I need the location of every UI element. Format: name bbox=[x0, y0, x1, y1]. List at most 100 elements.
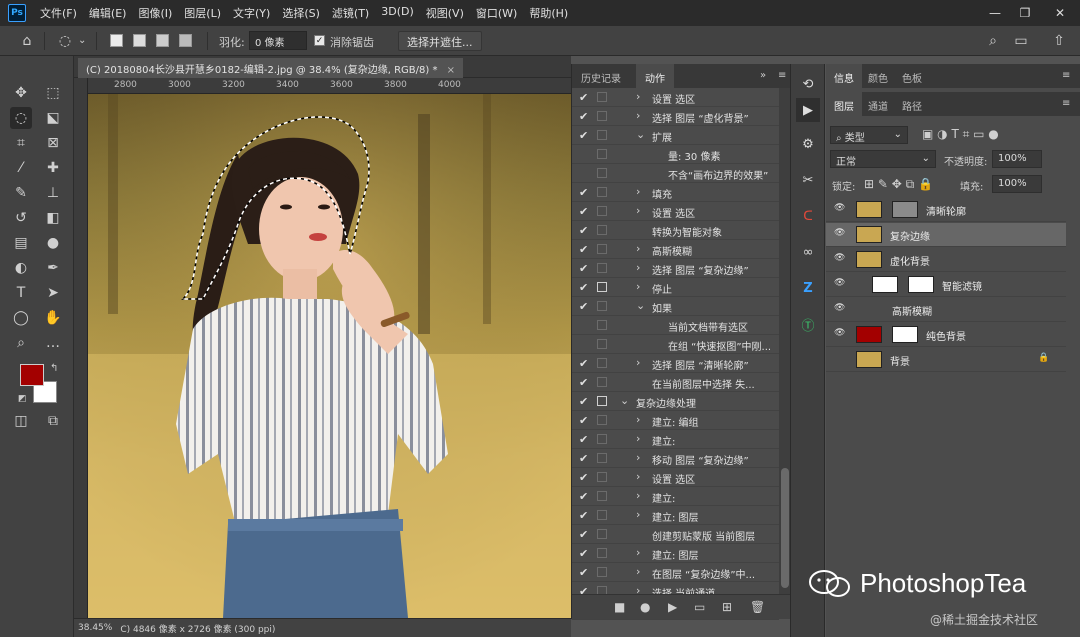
share-icon[interactable]: ⇧ bbox=[1048, 30, 1070, 52]
menu-item[interactable]: 窗口(W) bbox=[470, 5, 523, 21]
dialog-toggle-icon[interactable] bbox=[597, 434, 607, 444]
chevron-down-icon[interactable]: ⌄ bbox=[636, 299, 645, 312]
tab-actions[interactable]: 动作 bbox=[636, 64, 674, 88]
chevron-right-icon[interactable]: › bbox=[636, 508, 640, 521]
action-toggle-icon[interactable]: ✔ bbox=[579, 490, 588, 503]
select-and-mask-button[interactable]: 选择并遮住... bbox=[398, 31, 482, 51]
eraser-tool-icon[interactable]: ◧ bbox=[42, 207, 64, 229]
collapse-panel-icon[interactable]: » bbox=[760, 70, 766, 81]
dialog-toggle-icon[interactable] bbox=[597, 472, 607, 482]
record-icon[interactable]: ● bbox=[640, 600, 650, 614]
action-toggle-icon[interactable]: ✔ bbox=[579, 110, 588, 123]
menu-item[interactable]: 图层(L) bbox=[178, 5, 227, 21]
marquee-tool-icon[interactable]: ⬚ bbox=[42, 82, 64, 104]
tab-history[interactable]: 历史记录 bbox=[572, 64, 630, 88]
action-row[interactable]: ✔ › 设置 选区 bbox=[572, 88, 779, 107]
chevron-right-icon[interactable]: › bbox=[636, 261, 640, 274]
action-toggle-icon[interactable]: ✔ bbox=[579, 414, 588, 427]
action-toggle-icon[interactable]: ✔ bbox=[579, 262, 588, 275]
dialog-toggle-icon[interactable] bbox=[597, 301, 607, 311]
plugin-icon[interactable]: ⚙ bbox=[796, 132, 820, 156]
layer-row[interactable]: 👁 虚化背景 bbox=[826, 248, 1066, 272]
chevron-right-icon[interactable]: › bbox=[636, 451, 640, 464]
dialog-toggle-icon[interactable] bbox=[597, 510, 607, 520]
actions-icon[interactable]: ▶ bbox=[796, 98, 820, 122]
gradient-tool-icon[interactable]: ▤ bbox=[10, 232, 32, 254]
plugin-z-icon[interactable]: Z bbox=[796, 276, 820, 300]
foreground-color-swatch[interactable] bbox=[20, 364, 44, 386]
lock-icons[interactable]: ⊞ ✎ ✥ ⧉ 🔒 bbox=[864, 177, 933, 192]
menu-item[interactable]: 编辑(E) bbox=[83, 5, 133, 21]
action-row[interactable]: ✔ › 建立: 编组 bbox=[572, 411, 779, 430]
chevron-right-icon[interactable]: › bbox=[636, 413, 640, 426]
eye-icon[interactable]: 👁 bbox=[834, 228, 845, 238]
layer-mask-thumbnail[interactable] bbox=[892, 201, 918, 218]
layer-row[interactable]: 👁 高斯模糊 bbox=[826, 298, 1066, 322]
dialog-toggle-icon[interactable] bbox=[597, 358, 607, 368]
path-select-tool-icon[interactable]: ➤ bbox=[42, 282, 64, 304]
intersect-selection-icon[interactable] bbox=[179, 34, 192, 47]
chevron-right-icon[interactable]: › bbox=[636, 185, 640, 198]
layer-row[interactable]: 👁 智能滤镜 bbox=[826, 273, 1066, 297]
menu-item[interactable]: 文字(Y) bbox=[227, 5, 276, 21]
chevron-right-icon[interactable]: › bbox=[636, 432, 640, 445]
menu-item[interactable]: 视图(V) bbox=[420, 5, 470, 21]
feather-input[interactable]: 0 像素 bbox=[249, 31, 307, 50]
actions-scroll-thumb[interactable] bbox=[781, 468, 789, 588]
frame-tool-icon[interactable]: ⊠ bbox=[42, 132, 64, 154]
action-row[interactable]: ✔ 转换为智能对象 bbox=[572, 221, 779, 240]
dodge-tool-icon[interactable]: ◐ bbox=[10, 257, 32, 279]
tab-channels[interactable]: 通道 bbox=[860, 92, 896, 116]
chevron-down-icon[interactable]: ⌄ bbox=[78, 35, 86, 46]
action-row[interactable]: ✔ › 建立: 图层 bbox=[572, 544, 779, 563]
default-colors-icon[interactable]: ◩ bbox=[18, 394, 27, 404]
dialog-toggle-icon[interactable] bbox=[597, 529, 607, 539]
history-icon[interactable]: ⟲ bbox=[796, 72, 820, 96]
action-toggle-icon[interactable]: ✔ bbox=[579, 471, 588, 484]
minimize-icon[interactable]: — bbox=[980, 0, 1010, 26]
hand-tool-icon[interactable]: ✋ bbox=[42, 307, 64, 329]
action-row[interactable]: ✔ ⌄ 如果 bbox=[572, 297, 779, 316]
home-icon[interactable]: ⌂ bbox=[16, 30, 38, 52]
action-toggle-icon[interactable]: ✔ bbox=[579, 224, 588, 237]
dialog-toggle-icon[interactable] bbox=[597, 282, 607, 292]
eye-icon[interactable]: 👁 bbox=[834, 253, 845, 263]
object-select-tool-icon[interactable]: ⬕ bbox=[42, 107, 64, 129]
stop-recording-icon[interactable]: ■ bbox=[614, 600, 625, 614]
close-tab-icon[interactable]: × bbox=[447, 65, 455, 76]
action-row[interactable]: ✔ › 在图层 “复杂边缘”中... bbox=[572, 563, 779, 582]
new-action-icon[interactable]: ⊞ bbox=[722, 600, 732, 614]
zoom-level[interactable]: 38.45% bbox=[78, 623, 112, 633]
chevron-right-icon[interactable]: › bbox=[636, 90, 640, 103]
move-tool-icon[interactable]: ✥ bbox=[10, 82, 32, 104]
action-row[interactable]: ✔ › 停止 bbox=[572, 278, 779, 297]
action-toggle-icon[interactable]: ✔ bbox=[579, 205, 588, 218]
action-row[interactable]: 当前文档带有选区 bbox=[572, 316, 779, 335]
layer-mask-thumbnail[interactable] bbox=[892, 326, 918, 343]
document-tab[interactable]: (C) 20180804长沙县开慧乡0182-编辑-2.jpg @ 38.4% … bbox=[78, 58, 464, 78]
eyedropper-tool-icon[interactable]: ⁄ bbox=[10, 157, 32, 179]
filter-kind-select[interactable]: ⌕ 类型 ⌄ bbox=[830, 126, 908, 144]
filter-icons[interactable]: ▣ ◑ T ⌗ ▭ ● bbox=[922, 127, 999, 142]
search-icon[interactable]: ⌕ bbox=[982, 30, 1004, 52]
dialog-toggle-icon[interactable] bbox=[597, 244, 607, 254]
action-toggle-icon[interactable]: ✔ bbox=[579, 357, 588, 370]
layer-row[interactable]: 背景 🔒 bbox=[826, 348, 1066, 372]
eye-icon[interactable]: 👁 bbox=[834, 203, 845, 213]
history-brush-tool-icon[interactable]: ↺ bbox=[10, 207, 32, 229]
action-row[interactable]: ✔ ⌄ 复杂边缘处理 bbox=[572, 392, 779, 411]
crop-tool-icon[interactable]: ⌗ bbox=[10, 132, 32, 154]
dialog-toggle-icon[interactable] bbox=[597, 92, 607, 102]
pen-tool-icon[interactable]: ✒ bbox=[42, 257, 64, 279]
chevron-right-icon[interactable]: › bbox=[636, 204, 640, 217]
dialog-toggle-icon[interactable] bbox=[597, 377, 607, 387]
action-toggle-icon[interactable]: ✔ bbox=[579, 566, 588, 579]
layers-menu-icon[interactable]: ≡ bbox=[1062, 98, 1070, 109]
zoom-tool-icon[interactable]: ⌕ bbox=[10, 332, 32, 354]
chevron-right-icon[interactable]: › bbox=[636, 546, 640, 559]
blend-mode-select[interactable]: 正常 ⌄ bbox=[830, 150, 936, 168]
plugin-tk-icon[interactable]: Ⓣ bbox=[796, 312, 820, 336]
add-selection-icon[interactable] bbox=[133, 34, 146, 47]
dialog-toggle-icon[interactable] bbox=[597, 548, 607, 558]
action-toggle-icon[interactable]: ✔ bbox=[579, 395, 588, 408]
